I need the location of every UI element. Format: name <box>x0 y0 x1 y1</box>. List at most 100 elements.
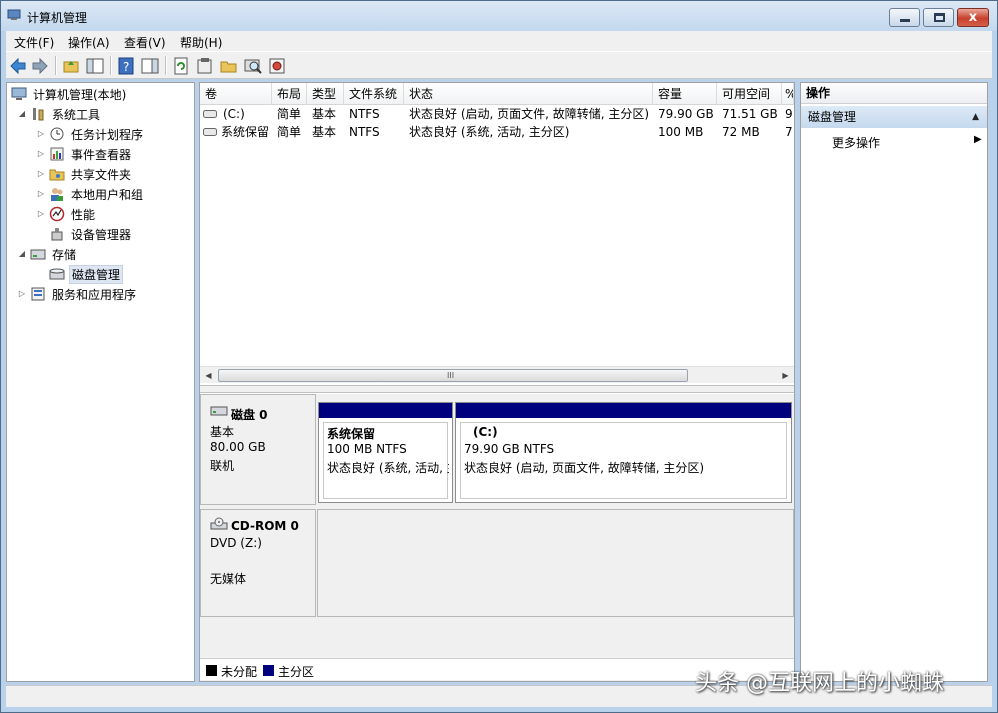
window-title: 计算机管理 <box>27 11 88 25</box>
disk-wizard-icon[interactable] <box>267 56 287 76</box>
collapse-section-icon[interactable]: ▲ <box>972 106 979 128</box>
help-icon[interactable]: ? <box>116 56 136 76</box>
tree-item-event-viewer[interactable]: ▷ 事件查看器 <box>36 145 133 163</box>
disk-0-name: 磁盘 0 <box>231 408 268 422</box>
partition-body: 系统保留 100 MB NTFS 状态良好 (系统, 活动, 主分区) <box>323 422 449 499</box>
close-button[interactable]: x <box>957 8 989 27</box>
tree-label: 计算机管理(本地) <box>33 87 127 102</box>
tree-label: 本地用户和组 <box>71 187 144 202</box>
actions-section-disk-management[interactable]: 磁盘管理 ▲ <box>801 106 987 128</box>
tree-item-local-users[interactable]: ▷ 本地用户和组 <box>36 185 145 203</box>
back-arrow-icon[interactable] <box>8 56 28 76</box>
collapse-arrow-icon[interactable]: ◢ <box>17 249 27 259</box>
tree-item-services-apps[interactable]: ▷ 服务和应用程序 <box>17 285 138 303</box>
submenu-arrow-icon[interactable]: ▶ <box>974 134 982 145</box>
computer-management-icon <box>7 9 21 20</box>
table-row[interactable]: 系统保留 简单 基本 NTFS 状态良好 (系统, 活动, 主分区) 100 M… <box>200 123 794 141</box>
tree-label: 共享文件夹 <box>71 167 132 182</box>
cell-volume: (C:) <box>223 107 245 121</box>
expand-arrow-icon[interactable]: ▷ <box>36 129 46 139</box>
services-icon <box>31 287 45 301</box>
partition-system-reserved[interactable]: 系统保留 100 MB NTFS 状态良好 (系统, 活动, 主分区) <box>318 402 453 503</box>
column-header-status[interactable]: 状态 <box>404 83 653 105</box>
tree-label: 服务和应用程序 <box>52 287 137 302</box>
minimize-icon <box>900 19 910 22</box>
volume-list-header: 卷 布局 类型 文件系统 状态 容量 可用空间 % <box>200 83 794 105</box>
disk-0-type: 基本 <box>210 425 235 439</box>
primary-partition-bar <box>456 403 791 418</box>
disk-0-label[interactable]: 磁盘 0 基本 80.00 GB 联机 <box>200 394 316 505</box>
cell-layout: 简单 <box>277 107 302 121</box>
forward-arrow-icon[interactable] <box>30 56 50 76</box>
tree-item-storage[interactable]: ◢ 存储 <box>17 245 78 263</box>
column-header-filesystem[interactable]: 文件系统 <box>344 83 404 105</box>
expand-arrow-icon[interactable]: ▷ <box>17 289 27 299</box>
toolbar: ? <box>6 51 992 79</box>
search-disk-icon[interactable] <box>243 56 263 76</box>
cell-percent: 7 <box>785 125 793 139</box>
column-header-type[interactable]: 类型 <box>307 83 344 105</box>
disk-management-icon <box>49 268 65 280</box>
pane-splitter[interactable] <box>200 385 794 393</box>
minimize-button[interactable] <box>889 8 920 27</box>
scroll-thumb[interactable]: III <box>218 369 688 382</box>
tree-label: 设备管理器 <box>71 227 132 242</box>
expand-arrow-icon[interactable]: ▷ <box>36 189 46 199</box>
tree-item-performance[interactable]: ▷ 性能 <box>36 205 97 223</box>
menu-view[interactable]: 查看(V) <box>124 34 166 51</box>
menu-action[interactable]: 操作(A) <box>68 34 110 51</box>
column-header-capacity[interactable]: 容量 <box>653 83 717 105</box>
partition-status: 状态良好 (启动, 页面文件, 故障转储, 主分区) <box>464 461 705 475</box>
svg-text:?: ? <box>123 60 129 74</box>
maximize-button[interactable] <box>923 8 954 27</box>
title-bar[interactable]: 计算机管理 x <box>1 1 997 31</box>
expand-arrow-icon[interactable]: ▷ <box>36 169 46 179</box>
cell-type: 基本 <box>312 107 337 121</box>
tree-label: 磁盘管理 <box>69 264 124 284</box>
column-header-percent[interactable]: % <box>782 83 794 105</box>
cell-type: 基本 <box>312 125 337 139</box>
expand-arrow-icon[interactable]: ▷ <box>36 149 46 159</box>
properties-icon[interactable] <box>195 56 215 76</box>
cd-drive-icon <box>210 517 228 530</box>
hard-disk-icon <box>210 406 228 416</box>
scroll-grip: III <box>447 371 455 380</box>
cdrom-0-region[interactable] <box>317 509 794 617</box>
tree-item-system-tools[interactable]: ◢ 系统工具 <box>17 105 102 123</box>
up-folder-icon[interactable] <box>61 56 81 76</box>
scroll-right-icon[interactable]: ▶ <box>777 367 794 384</box>
table-row[interactable]: (C:) 简单 基本 NTFS 状态良好 (启动, 页面文件, 故障转储, 主分… <box>200 105 794 123</box>
partition-name: 系统保留 <box>327 427 376 441</box>
tree-item-device-manager[interactable]: 设备管理器 <box>49 225 133 243</box>
disk-management-pane: 卷 布局 类型 文件系统 状态 容量 可用空间 % (C:) 简单 基本 NTF… <box>199 82 795 682</box>
tree-item-shared-folders[interactable]: ▷ 共享文件夹 <box>36 165 133 183</box>
cdrom-0-label[interactable]: CD-ROM 0 DVD (Z:) 无媒体 <box>200 509 316 617</box>
system-tools-icon <box>33 108 44 121</box>
column-header-volume[interactable]: 卷 <box>200 83 272 105</box>
open-folder-icon[interactable] <box>219 56 239 76</box>
partition-body: (C:) 79.90 GB NTFS 状态良好 (启动, 页面文件, 故障转储,… <box>460 422 787 499</box>
partition-c-drive[interactable]: (C:) 79.90 GB NTFS 状态良好 (启动, 页面文件, 故障转储,… <box>455 402 792 503</box>
cell-capacity: 100 MB <box>658 125 704 139</box>
more-actions-item[interactable]: 更多操作 <box>832 134 880 151</box>
menu-file[interactable]: 文件(F) <box>14 34 54 51</box>
column-header-free-space[interactable]: 可用空间 <box>717 83 782 105</box>
scroll-left-icon[interactable]: ◀ <box>200 367 217 384</box>
show-action-pane-icon[interactable] <box>140 56 160 76</box>
horizontal-scrollbar[interactable]: ◀ III ▶ <box>200 366 794 383</box>
tree-item-disk-management[interactable]: 磁盘管理 <box>49 264 124 284</box>
disk-graph-view: 磁盘 0 基本 80.00 GB 联机 系统保留 100 MB NTFS 状态良… <box>200 394 794 681</box>
collapse-arrow-icon[interactable]: ◢ <box>17 109 27 119</box>
column-header-layout[interactable]: 布局 <box>272 83 307 105</box>
legend-label-primary: 主分区 <box>278 665 315 679</box>
menu-help[interactable]: 帮助(H) <box>180 34 222 51</box>
tree-item-root[interactable]: 计算机管理(本地) <box>11 85 128 103</box>
cell-free-space: 71.51 GB <box>722 107 778 121</box>
event-viewer-icon <box>50 147 64 161</box>
expand-arrow-icon[interactable]: ▷ <box>36 209 46 219</box>
performance-icon <box>49 206 65 222</box>
cell-free-space: 72 MB <box>722 125 760 139</box>
refresh-icon[interactable] <box>171 56 191 76</box>
tree-item-task-scheduler[interactable]: ▷ 任务计划程序 <box>36 125 145 143</box>
show-hide-tree-icon[interactable] <box>85 56 105 76</box>
